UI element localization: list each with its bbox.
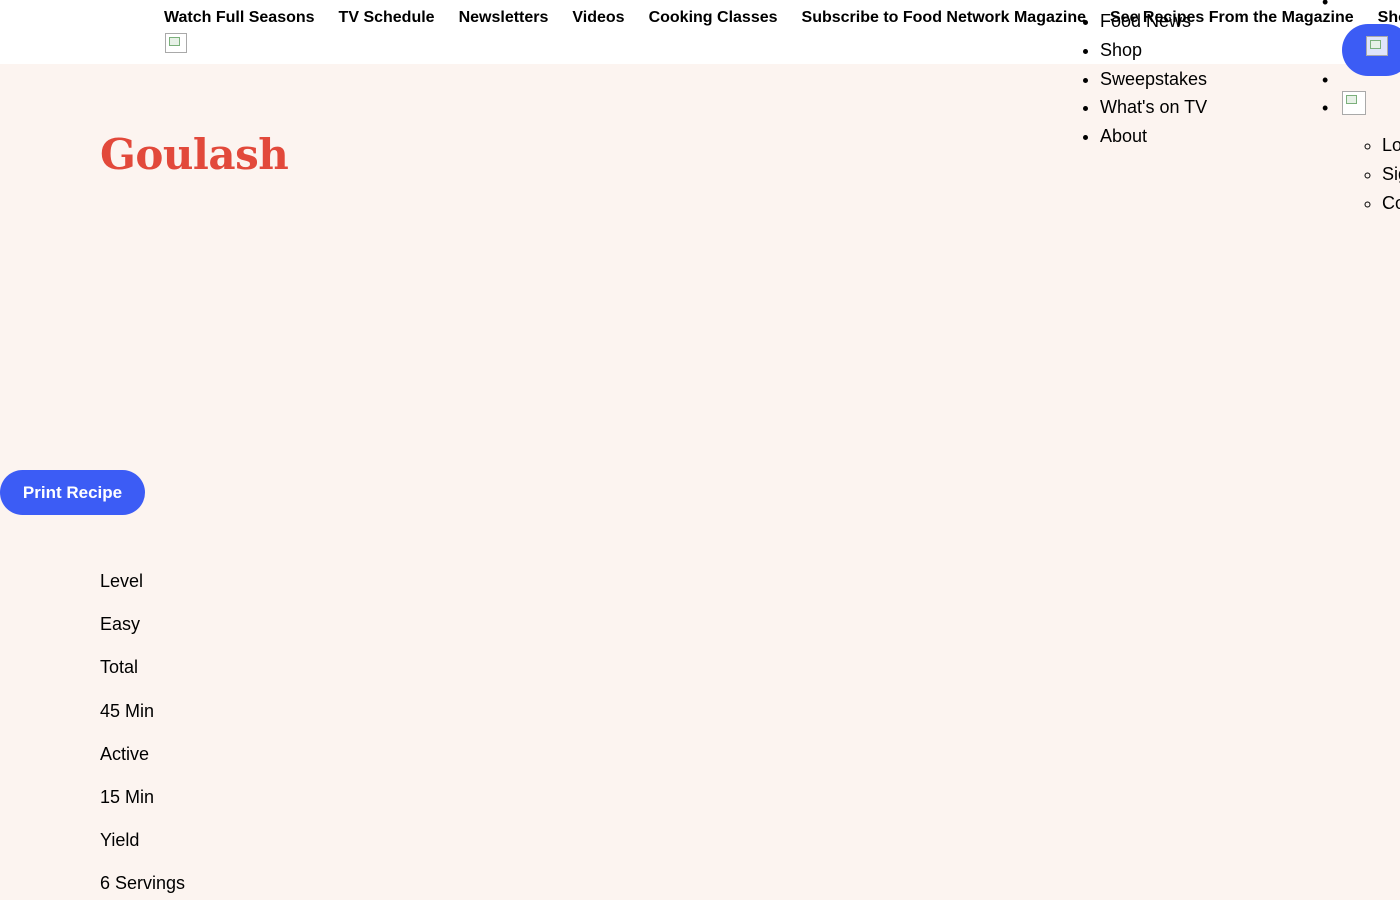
yield-value: 6 Servings bbox=[100, 873, 186, 894]
list-bullet: • bbox=[1322, 98, 1329, 118]
search-broken-image-icon bbox=[1366, 36, 1388, 56]
total-time-label: Total bbox=[100, 657, 139, 678]
active-time-value: 15 Min bbox=[100, 786, 155, 807]
nav-watch-full-seasons[interactable]: Watch Full Seasons bbox=[164, 9, 315, 27]
account-link-signup[interactable]: Sig bbox=[1382, 164, 1400, 184]
account-avatar-broken-image-icon[interactable] bbox=[1342, 91, 1366, 115]
print-recipe-button[interactable]: Print Recipe bbox=[0, 470, 145, 515]
nav-subscribe-magazine[interactable]: Subscribe to Food Network Magazine bbox=[802, 9, 1086, 27]
menu-link-food-news[interactable]: Food News bbox=[1100, 11, 1191, 31]
nav-videos[interactable]: Videos bbox=[572, 9, 624, 27]
level-value: Easy bbox=[100, 614, 141, 635]
menu-item-sweepstakes: Sweepstakes bbox=[1100, 65, 1207, 94]
nav-cooking-classes[interactable]: Cooking Classes bbox=[649, 9, 778, 27]
account-item-co: Co bbox=[1382, 189, 1400, 218]
search-button[interactable] bbox=[1342, 24, 1400, 76]
list-bullet: • bbox=[1322, 0, 1329, 12]
account-link-login[interactable]: Lo bbox=[1382, 135, 1400, 155]
menu-item-shop: Shop bbox=[1100, 36, 1207, 65]
menu-link-shop[interactable]: Shop bbox=[1100, 40, 1142, 60]
nav-newsletters[interactable]: Newsletters bbox=[459, 9, 549, 27]
account-item-signup: Sig bbox=[1382, 160, 1400, 189]
recipe-details: Level Easy Total 45 Min Active 15 Min Yi… bbox=[100, 568, 185, 900]
menu-item-food-news: Food News bbox=[1100, 7, 1207, 36]
secondary-menu: Food News Shop Sweepstakes What's on TV … bbox=[1058, 7, 1207, 151]
recipe-title: Goulash bbox=[100, 130, 289, 179]
list-bullet: • bbox=[1322, 70, 1329, 90]
site-logo-broken-image-icon[interactable] bbox=[165, 33, 187, 53]
nav-tv-schedule[interactable]: TV Schedule bbox=[339, 9, 435, 27]
account-link-co[interactable]: Co bbox=[1382, 193, 1400, 213]
menu-item-about: About bbox=[1100, 122, 1207, 151]
yield-label: Yield bbox=[100, 830, 140, 851]
top-nav: Watch Full Seasons TV Schedule Newslette… bbox=[164, 9, 1400, 27]
active-time-label: Active bbox=[100, 743, 150, 764]
level-label: Level bbox=[100, 571, 144, 591]
total-time-value: 45 Min bbox=[100, 700, 155, 721]
menu-item-whats-on-tv: What's on TV bbox=[1100, 93, 1207, 122]
account-menu: Lo Sig Co bbox=[1340, 131, 1400, 218]
menu-link-sweepstakes[interactable]: Sweepstakes bbox=[1100, 69, 1207, 89]
account-item-login: Lo bbox=[1382, 131, 1400, 160]
menu-link-whats-on-tv[interactable]: What's on TV bbox=[1100, 97, 1207, 117]
menu-link-about[interactable]: About bbox=[1100, 126, 1147, 146]
